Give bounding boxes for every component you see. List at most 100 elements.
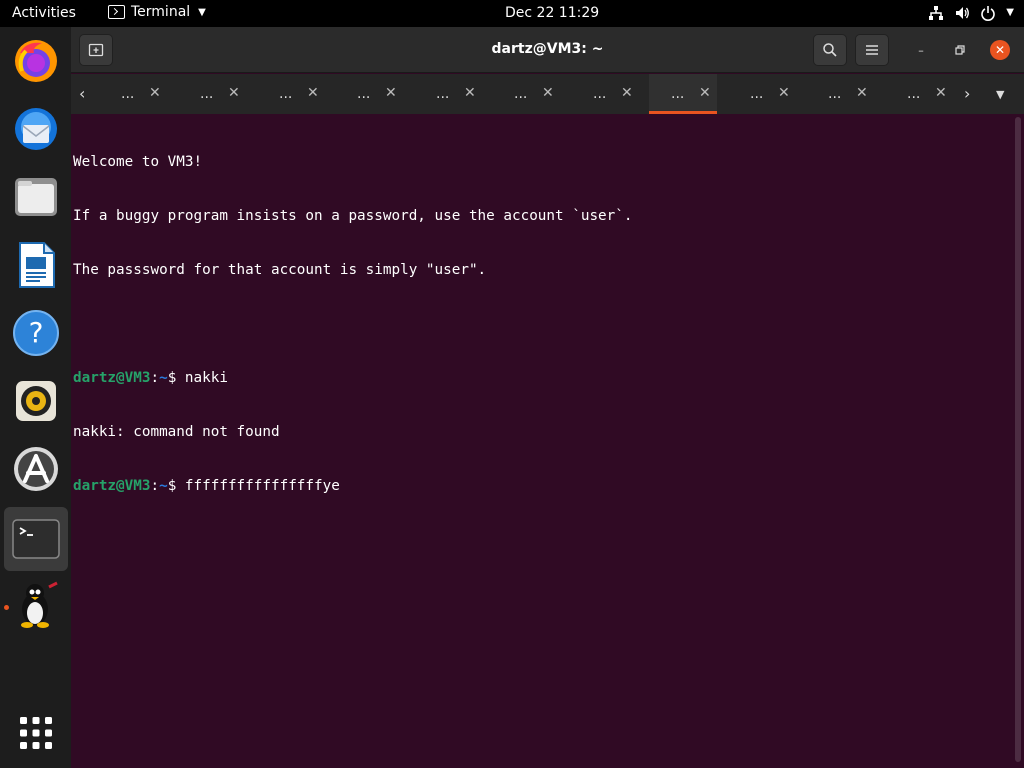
tab-list-chevron-down-icon[interactable]: ▼ [996, 88, 1004, 101]
rhythmbox-icon [16, 381, 56, 421]
terminal-line: nakki: command not found [73, 423, 1003, 441]
scrollbar[interactable] [1015, 117, 1021, 762]
restore-icon [955, 45, 965, 55]
tab-close-icon[interactable]: ✕ [856, 85, 868, 101]
tab-label: ... [121, 86, 135, 102]
dock-tux-game[interactable] [10, 579, 62, 631]
output-text: nakki: command not found [73, 424, 280, 440]
tab-close-icon[interactable]: ✕ [699, 85, 711, 101]
running-indicator [4, 605, 9, 610]
system-tray[interactable]: ▼ [928, 4, 1014, 22]
writer-icon [19, 242, 55, 288]
dock-firefox[interactable] [10, 35, 62, 87]
tab[interactable]: ... ✕ [885, 74, 953, 114]
terminal-line: Welcome to VM3! [73, 153, 1003, 171]
dock-thunderbird[interactable] [10, 103, 62, 155]
scrollbar-thumb[interactable] [1015, 117, 1021, 762]
tab-close-icon[interactable]: ✕ [542, 85, 554, 101]
output-text: Welcome to VM3! [73, 154, 203, 170]
tab-close-icon[interactable]: ✕ [464, 85, 476, 101]
terminal-line: dartz@VM3:~$ ffffffffffffffffye [73, 477, 1003, 495]
dock-help[interactable]: ? [10, 307, 62, 359]
tab[interactable]: ... ✕ [335, 74, 403, 114]
tab[interactable]: ... ✕ [492, 74, 560, 114]
tab-close-icon[interactable]: ✕ [228, 85, 240, 101]
search-icon [823, 43, 837, 57]
files-icon [15, 178, 57, 216]
terminal-window: dartz@VM3: ~ – ✕ ‹ ... ✕ ... ✕ ... ✕ ...… [71, 27, 1024, 768]
top-bar: Activities Terminal ▼ Dec 22 11:29 ▼ [0, 0, 1024, 27]
tab-label: ... [593, 86, 607, 102]
tab-label: ... [907, 86, 921, 102]
hamburger-menu-icon [866, 45, 878, 55]
show-applications-button[interactable] [10, 707, 62, 759]
terminal-line: If a buggy program insists on a password… [73, 207, 1003, 225]
tab-active[interactable]: ... ✕ [649, 74, 717, 114]
terminal-icon [12, 519, 60, 559]
close-icon: ✕ [994, 43, 1006, 57]
command-text: nakki [184, 370, 228, 386]
close-button[interactable]: ✕ [990, 40, 1010, 60]
terminal-output[interactable]: Welcome to VM3! If a buggy program insis… [73, 117, 1003, 531]
tab-close-icon[interactable]: ✕ [149, 85, 161, 101]
app-menu-label: Terminal [131, 4, 191, 20]
app-grid-icon [20, 717, 52, 749]
prompt-separator: : [150, 478, 160, 494]
dock-software[interactable] [10, 443, 62, 495]
search-button[interactable] [813, 34, 847, 66]
firefox-icon [15, 40, 57, 82]
tab[interactable]: ... ✕ [178, 74, 246, 114]
tab-close-icon[interactable]: ✕ [621, 85, 633, 101]
clock[interactable]: Dec 22 11:29 [505, 5, 599, 21]
prompt-user: dartz@VM3 [73, 370, 151, 386]
tab-close-icon[interactable]: ✕ [385, 85, 397, 101]
scroll-tabs-left-icon[interactable]: ‹ [79, 84, 85, 103]
terminal-line: dartz@VM3:~$ nakki [73, 369, 1003, 387]
minimize-button[interactable]: – [911, 40, 931, 60]
tab-label: ... [279, 86, 293, 102]
chevron-down-icon: ▼ [1006, 7, 1014, 18]
prompt-symbol: $ [167, 370, 185, 386]
activities-button[interactable]: Activities [12, 5, 76, 21]
tab-close-icon[interactable]: ✕ [778, 85, 790, 101]
dock-rhythmbox[interactable] [10, 375, 62, 427]
scroll-tabs-right-icon[interactable]: › [964, 84, 970, 103]
tab[interactable]: ... ✕ [806, 74, 874, 114]
tab-label: ... [357, 86, 371, 102]
output-text: The passsword for that account is simply… [73, 262, 487, 278]
tab-label: ... [514, 86, 528, 102]
thunderbird-icon [15, 108, 57, 150]
chevron-down-icon: ▼ [198, 6, 206, 18]
prompt-path: ~ [159, 478, 168, 494]
volume-icon [956, 7, 970, 19]
tab-close-icon[interactable]: ✕ [307, 85, 319, 101]
maximize-button[interactable] [950, 40, 970, 60]
dock-terminal[interactable] [4, 507, 68, 571]
output-text: If a buggy program insists on a password… [73, 208, 633, 224]
menu-button[interactable] [855, 34, 889, 66]
dock: ? [0, 27, 71, 768]
tab[interactable]: ... ✕ [99, 74, 167, 114]
dock-libreoffice-writer[interactable] [10, 239, 62, 291]
tab-label: ... [828, 86, 842, 102]
prompt-user: dartz@VM3 [73, 478, 151, 494]
command-input[interactable]: ffffffffffffffffye [185, 478, 340, 494]
minimize-icon: – [918, 43, 924, 57]
tab[interactable]: ... ✕ [257, 74, 325, 114]
tab-label: ... [671, 86, 685, 102]
terminal-small-icon [108, 5, 125, 19]
tab-bar: ‹ ... ✕ ... ✕ ... ✕ ... ✕ ... ✕ ... ✕ ..… [71, 74, 1024, 114]
dock-files[interactable] [10, 171, 62, 223]
tab-close-icon[interactable]: ✕ [935, 85, 947, 101]
help-icon: ? [13, 310, 59, 356]
power-icon [981, 6, 996, 21]
tux-icon [21, 581, 58, 628]
tab-label: ... [200, 86, 214, 102]
header-bar: dartz@VM3: ~ – ✕ [71, 27, 1024, 73]
tab[interactable]: ... ✕ [571, 74, 639, 114]
network-icon [929, 6, 944, 20]
tab[interactable]: ... ✕ [728, 74, 796, 114]
prompt-path: ~ [159, 370, 168, 386]
tab[interactable]: ... ✕ [414, 74, 482, 114]
app-menu[interactable]: Terminal ▼ [108, 4, 206, 20]
